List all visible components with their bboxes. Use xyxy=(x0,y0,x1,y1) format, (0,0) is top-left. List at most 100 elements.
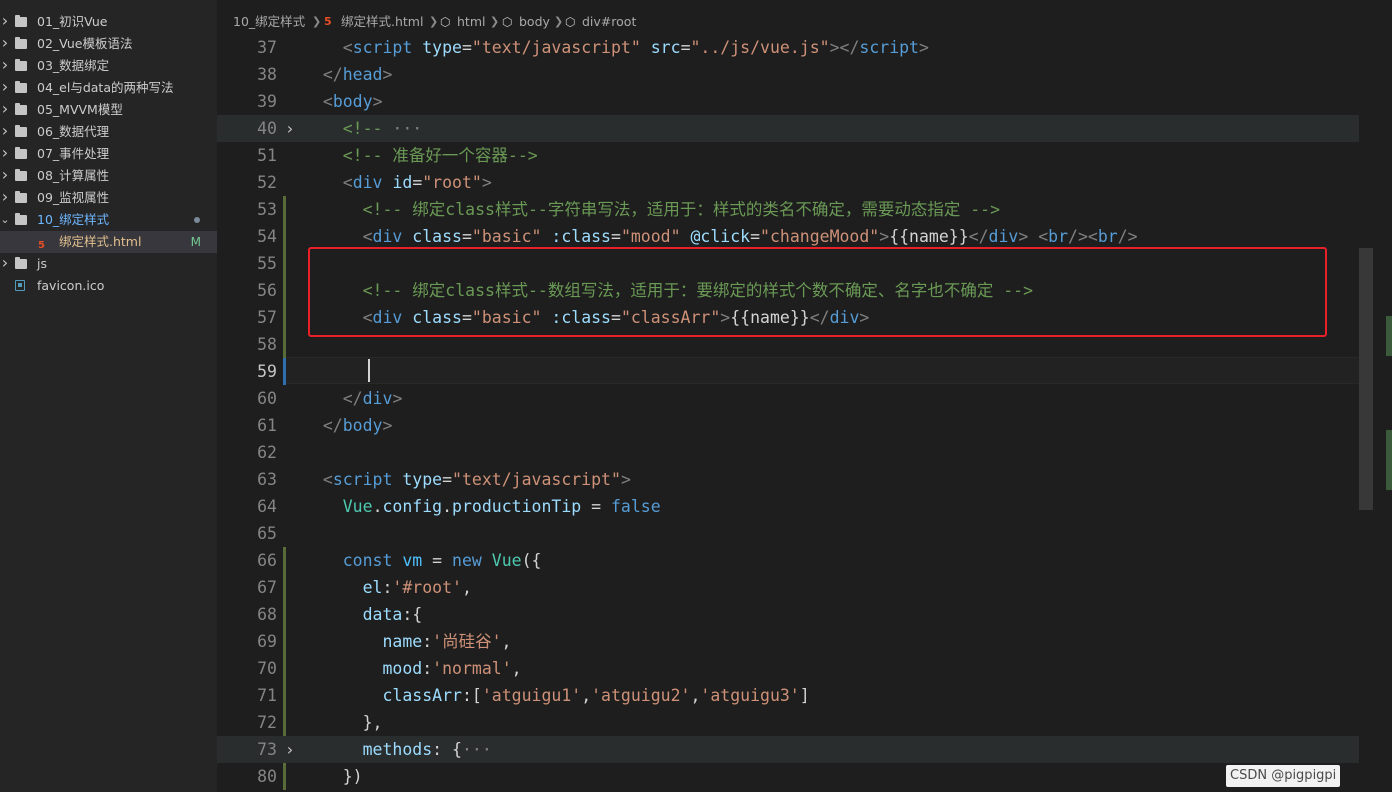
code-token: script xyxy=(332,470,393,489)
fold-chevron-icon[interactable]: › xyxy=(285,736,295,763)
code-line[interactable]: 71 classArr:['atguigu1','atguigu2','atgu… xyxy=(217,682,1359,709)
explorer-file[interactable]: 5 绑定样式.html M xyxy=(0,231,217,253)
code-token: 'atguigu1' xyxy=(481,686,582,705)
code-line[interactable]: 53 <!-- 绑定class样式--字符串写法，适用于：样式的类名不确定，需要… xyxy=(217,196,1359,223)
explorer-sidebar: › 01_初识Vue › 02_Vue模板语法 › 03_数据绑定 › 04_el与data的… xyxy=(0,0,217,792)
explorer-folder[interactable]: › 07_事件处理 xyxy=(0,143,217,165)
code-line[interactable]: 54 <div class="basic" :class="mood" @cli… xyxy=(217,223,1359,250)
code-token: , xyxy=(511,659,522,678)
breadcrumb-folder[interactable]: 10_绑定样式 xyxy=(233,11,305,33)
chevron-right-icon[interactable]: › xyxy=(0,187,10,209)
code-line[interactable]: 63 <script type="text/javascript"> xyxy=(217,466,1359,493)
folder-icon xyxy=(15,257,27,269)
code-token: : { xyxy=(432,740,462,759)
code-line[interactable]: 38 </head> xyxy=(217,61,1359,88)
code-line[interactable]: 61 </body> xyxy=(217,412,1359,439)
explorer-folder[interactable]: › 09_监视属性 xyxy=(0,187,217,209)
breadcrumb-file[interactable]: 绑定样式.html xyxy=(341,11,423,33)
code-token: div xyxy=(362,389,393,408)
explorer-folder[interactable]: › 04_el与data的两种写法 xyxy=(0,77,217,99)
code-line[interactable]: 62 xyxy=(217,439,1359,466)
code-token: > xyxy=(392,389,403,408)
breadcrumb-div-root[interactable]: div#root xyxy=(582,11,636,33)
code-text: <script type="text/javascript" src="../j… xyxy=(303,34,929,61)
explorer-item-label: 04_el与data的两种写法 xyxy=(37,80,174,95)
code-line[interactable]: 64 Vue.config.productionTip = false xyxy=(217,493,1359,520)
code-line[interactable]: 65 xyxy=(217,520,1359,547)
chevron-right-icon[interactable]: › xyxy=(0,11,10,33)
fold-chevron-icon[interactable]: › xyxy=(285,115,295,142)
code-line[interactable]: 52 <div id="root"> xyxy=(217,169,1359,196)
explorer-folder[interactable]: › 08_计算属性 xyxy=(0,165,217,187)
code-token: class xyxy=(412,227,462,246)
code-line[interactable]: 73 › methods: {··· xyxy=(217,736,1359,763)
code-line[interactable]: 66 const vm = new Vue({ xyxy=(217,547,1359,574)
code-text: </div> xyxy=(303,385,403,412)
chevron-right-icon[interactable]: › xyxy=(0,143,10,165)
folder-icon xyxy=(15,37,27,49)
code-token: br xyxy=(1097,227,1118,246)
explorer-file[interactable]: favicon.ico xyxy=(0,275,217,297)
code-line[interactable]: 51 <!-- 准备好一个容器--> xyxy=(217,142,1359,169)
line-number: 67 xyxy=(257,578,277,597)
line-number: 80 xyxy=(257,767,277,786)
code-line[interactable]: 60 </div> xyxy=(217,385,1359,412)
code-line[interactable]: 39 <body> xyxy=(217,88,1359,115)
code-token: new xyxy=(452,551,482,570)
chevron-right-icon[interactable]: › xyxy=(0,77,10,99)
code-line[interactable]: 68 data:{ xyxy=(217,601,1359,628)
code-line[interactable]: 80 }) xyxy=(217,763,1359,790)
code-line[interactable]: 69 name:'尚硅谷', xyxy=(217,628,1359,655)
breadcrumb-body[interactable]: body xyxy=(519,11,550,33)
chevron-right-icon[interactable]: › xyxy=(0,33,10,55)
code-token: "text/javascript" xyxy=(452,470,621,489)
code-token: , xyxy=(581,686,592,705)
code-token: = xyxy=(680,38,691,57)
breadcrumb: 10_绑定样式 ❯ 5 绑定样式.html ❯ ⬡ html ❯ ⬡ body … xyxy=(217,11,1392,33)
explorer-folder[interactable]: › 03_数据绑定 xyxy=(0,55,217,77)
vertical-scrollbar-thumb[interactable] xyxy=(1359,248,1373,510)
code-text: <div class="basic" :class="mood" @click=… xyxy=(303,223,1138,250)
explorer-folder[interactable]: › 02_Vue模板语法 xyxy=(0,33,217,55)
explorer-folder[interactable]: › js xyxy=(0,253,217,275)
explorer-item-label: favicon.ico xyxy=(37,278,105,293)
line-number: 65 xyxy=(257,524,277,543)
explorer-folder[interactable]: › 05_MVVM模型 xyxy=(0,99,217,121)
code-token: body xyxy=(332,92,373,111)
code-line[interactable]: 70 mood:'normal', xyxy=(217,655,1359,682)
explorer-folder[interactable]: › 06_数据代理 xyxy=(0,121,217,143)
chevron-down-icon[interactable]: ⌄ xyxy=(0,209,10,231)
explorer-folder[interactable]: ⌄ 10_绑定样式 xyxy=(0,209,217,231)
code-editor[interactable]: 37 <script type="text/javascript" src=".… xyxy=(217,33,1392,792)
chevron-right-icon[interactable]: › xyxy=(0,165,10,187)
code-line[interactable]: 40 › <!-- ··· xyxy=(217,115,1359,142)
code-token: data xyxy=(362,605,403,624)
code-token: false xyxy=(611,497,661,516)
code-token: }, xyxy=(362,713,383,732)
code-line[interactable]: 72 }, xyxy=(217,709,1359,736)
chevron-right-icon[interactable]: › xyxy=(0,253,10,275)
code-token: : xyxy=(422,632,433,651)
chevron-right-icon[interactable]: › xyxy=(0,99,10,121)
chevron-right-icon[interactable]: › xyxy=(0,55,10,77)
explorer-item-label: 05_MVVM模型 xyxy=(37,102,123,117)
code-line[interactable]: 67 el:'#root', xyxy=(217,574,1359,601)
code-text: <script type="text/javascript"> xyxy=(303,466,631,493)
code-token: > xyxy=(382,416,393,435)
code-token: "text/javascript" xyxy=(471,38,641,57)
code-line[interactable]: 59 xyxy=(217,358,1359,385)
chevron-right-icon[interactable]: › xyxy=(0,121,10,143)
explorer-folder[interactable]: › 01_初识Vue xyxy=(0,11,217,33)
code-token: <!-- 绑定class样式--字符串写法，适用于：样式的类名不确定，需要动态指… xyxy=(362,200,1001,219)
code-token: , xyxy=(461,578,472,597)
breadcrumb-html[interactable]: html xyxy=(457,11,485,33)
code-token: < xyxy=(362,227,373,246)
code-line[interactable]: 37 <script type="text/javascript" src=".… xyxy=(217,34,1359,61)
